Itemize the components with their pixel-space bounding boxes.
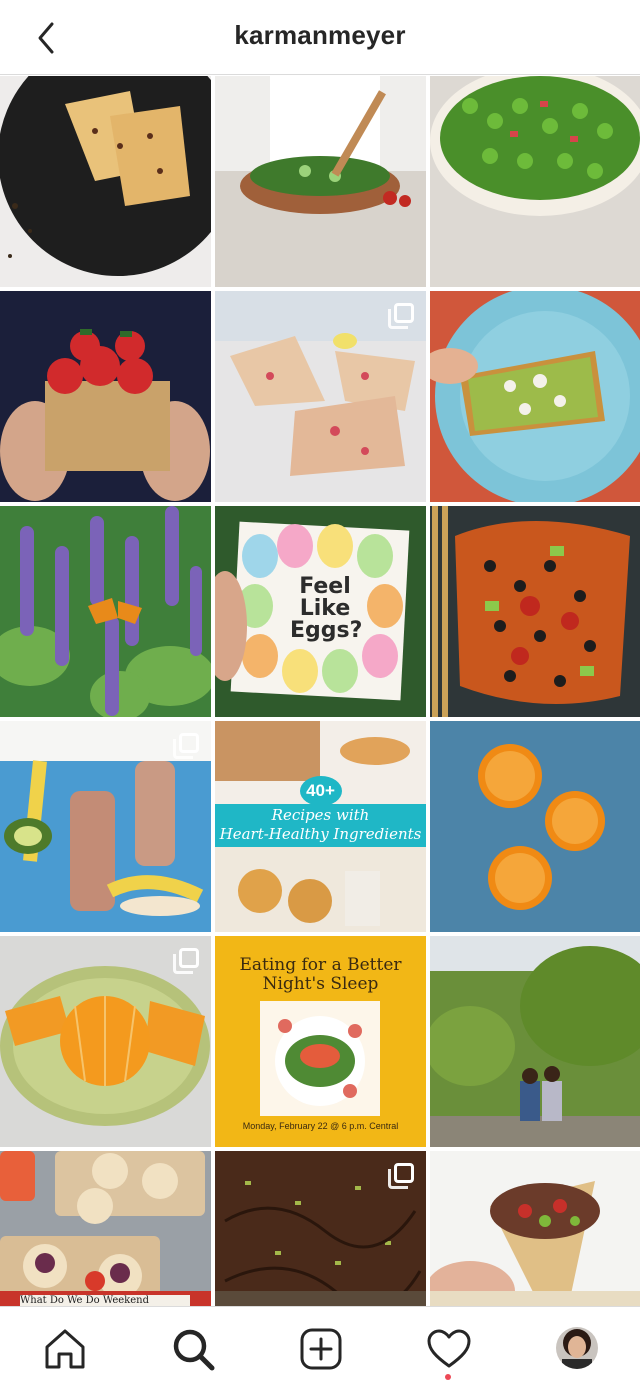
nav-search-button[interactable] bbox=[169, 1325, 217, 1373]
post-tile-avocado-toast[interactable] bbox=[430, 291, 640, 502]
post-tile-salad-toss[interactable] bbox=[215, 76, 426, 287]
post-tile-wrap[interactable] bbox=[430, 1151, 640, 1306]
post-grid: Feel Like Eggs? 40+ Recipes with Heart-H… bbox=[0, 76, 640, 1306]
post-image-sweet-potato bbox=[430, 506, 640, 717]
search-icon bbox=[173, 1329, 215, 1371]
post-image-partial-2 bbox=[215, 1291, 426, 1306]
profile-avatar-image bbox=[556, 1327, 598, 1369]
post-image-strawberries bbox=[0, 291, 211, 502]
multi-post-icon bbox=[173, 733, 199, 759]
post-tile-orange-slices[interactable] bbox=[430, 721, 640, 932]
recipes-banner-text: Recipes with Heart-Healthy Ingredients bbox=[215, 804, 426, 847]
post-tile-strawberry-scones[interactable] bbox=[215, 291, 426, 502]
top-header: karmanmeyer bbox=[0, 0, 640, 75]
home-icon bbox=[45, 1329, 85, 1369]
chevron-left-icon bbox=[38, 22, 54, 54]
post-tile-heart-healthy-recipes[interactable]: 40+ Recipes with Heart-Healthy Ingredien… bbox=[215, 721, 426, 932]
post-image-avocado-toast bbox=[430, 291, 640, 502]
multi-post-icon bbox=[388, 303, 414, 329]
book-title-line3: Eggs? bbox=[290, 618, 363, 643]
post-image-orange-slices bbox=[430, 721, 640, 932]
recipes-banner-line2: Heart-Healthy Ingredients bbox=[219, 825, 422, 843]
post-image-butterfly bbox=[0, 506, 211, 717]
back-button[interactable] bbox=[28, 18, 68, 58]
post-tile-chocolate-bark[interactable] bbox=[215, 1151, 426, 1306]
post-tile-weekend-partial[interactable]: What Do We Do Weekend bbox=[0, 1291, 211, 1306]
post-image-pea-salad bbox=[430, 76, 640, 287]
recipes-count-badge: 40+ bbox=[299, 776, 342, 806]
multi-post-icon bbox=[388, 1163, 414, 1189]
activity-notification-dot bbox=[445, 1374, 451, 1380]
nav-profile-avatar[interactable] bbox=[556, 1327, 598, 1369]
post-tile-strawberries[interactable] bbox=[0, 291, 211, 502]
post-tile-sleep-webinar[interactable]: Eating for a Better Night's Sleep Monday… bbox=[215, 936, 426, 1147]
post-tile-book[interactable]: Feel Like Eggs? bbox=[215, 506, 426, 717]
recipes-banner-line1: Recipes with bbox=[271, 806, 370, 824]
post-tile-tacos[interactable] bbox=[0, 1151, 211, 1306]
multi-post-icon bbox=[173, 948, 199, 974]
recipes-banner: 40+ Recipes with Heart-Healthy Ingredien… bbox=[215, 776, 426, 847]
post-image-wrap bbox=[430, 1151, 640, 1306]
sleep-title-line2: Night's Sleep bbox=[262, 974, 379, 994]
post-tile-partial-2[interactable] bbox=[215, 1291, 426, 1306]
post-image-couple bbox=[430, 936, 640, 1147]
nav-home-button[interactable] bbox=[41, 1325, 89, 1373]
post-tile-couple[interactable] bbox=[430, 936, 640, 1147]
weekend-post-text: What Do We Do Weekend bbox=[20, 1295, 190, 1306]
heart-icon bbox=[427, 1329, 471, 1368]
post-tile-peeled-orange[interactable] bbox=[0, 936, 211, 1147]
post-image-tacos bbox=[0, 1151, 211, 1306]
add-post-icon bbox=[300, 1328, 342, 1370]
post-tile-partial-3[interactable] bbox=[430, 1291, 640, 1306]
profile-username-title: karmanmeyer bbox=[234, 20, 406, 50]
post-image-partial-3 bbox=[430, 1291, 640, 1306]
bottom-nav-bar bbox=[0, 1306, 640, 1386]
post-image-scones bbox=[0, 76, 211, 287]
post-tile-smoothies[interactable] bbox=[0, 721, 211, 932]
post-tile-sweet-potato[interactable] bbox=[430, 506, 640, 717]
book-cover-title: Feel Like Eggs? bbox=[290, 574, 363, 643]
book-title-line2: Like bbox=[299, 596, 351, 621]
post-image-salad-toss bbox=[215, 76, 426, 287]
post-tile-butterfly[interactable] bbox=[0, 506, 211, 717]
sleep-webinar-title: Eating for a Better Night's Sleep bbox=[215, 956, 426, 994]
post-tile-pea-salad[interactable] bbox=[430, 76, 640, 287]
book-title-line1: Feel bbox=[299, 574, 351, 599]
nav-activity-button[interactable] bbox=[425, 1325, 473, 1373]
sleep-title-line1: Eating for a Better bbox=[239, 955, 402, 975]
post-tile-scones[interactable] bbox=[0, 76, 211, 287]
nav-create-button[interactable] bbox=[297, 1325, 345, 1373]
sleep-webinar-date: Monday, February 22 @ 6 p.m. Central bbox=[242, 1121, 399, 1131]
